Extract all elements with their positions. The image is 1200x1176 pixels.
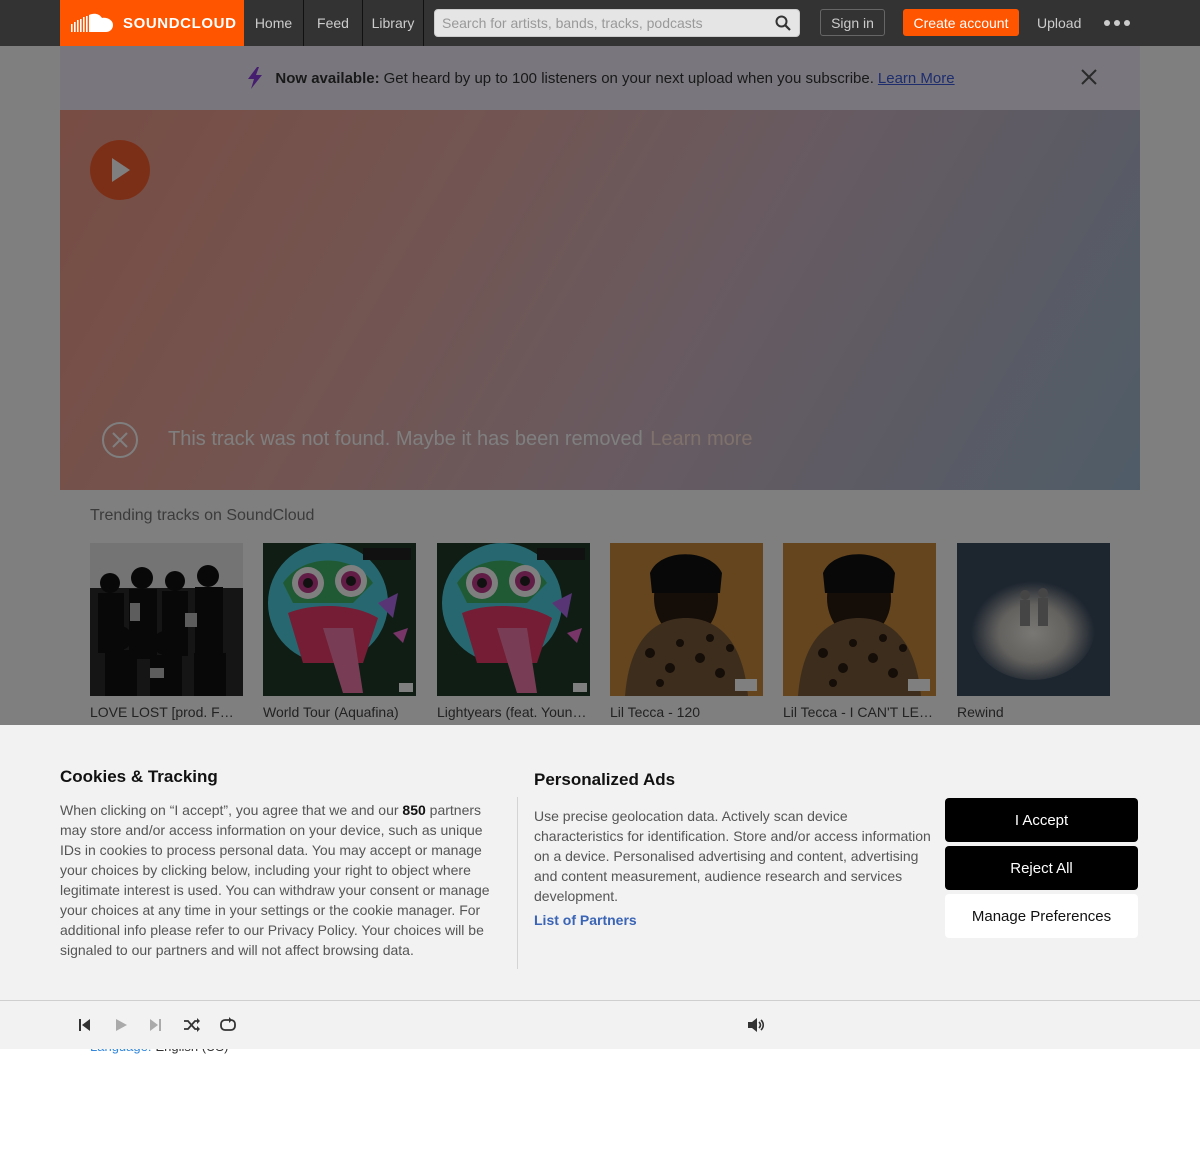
top-header: SOUNDCLOUD Home Feed Library Sign in Cre… bbox=[0, 0, 1200, 46]
play-button[interactable] bbox=[90, 140, 150, 200]
manage-preferences-button[interactable]: Manage Preferences bbox=[945, 894, 1138, 938]
personalized-ads-section: Personalized Ads Use precise geolocation… bbox=[534, 770, 934, 928]
list-of-partners-link[interactable]: List of Partners bbox=[534, 912, 934, 928]
track-title[interactable]: Lightyears (feat. Young ... bbox=[437, 704, 590, 720]
learn-more-link[interactable]: Learn more bbox=[650, 428, 752, 450]
accept-button[interactable]: I Accept bbox=[945, 798, 1138, 842]
sign-in-button[interactable]: Sign in bbox=[820, 9, 885, 36]
error-circle-icon bbox=[102, 422, 138, 458]
skip-forward-icon[interactable] bbox=[148, 1017, 164, 1033]
repeat-icon[interactable] bbox=[219, 1017, 237, 1033]
trending-track[interactable]: Lil Tecca - I CAN'T LET ... bbox=[783, 543, 936, 720]
lightning-icon bbox=[248, 67, 263, 89]
track-title[interactable]: World Tour (Aquafina) bbox=[263, 704, 416, 720]
cookie-body: When clicking on “I accept”, you agree t… bbox=[60, 800, 505, 960]
volume-icon[interactable] bbox=[747, 1017, 765, 1033]
nav-home[interactable]: Home bbox=[244, 0, 304, 46]
trending-title: Trending tracks on SoundCloud bbox=[90, 507, 315, 524]
brand-name: SOUNDCLOUD bbox=[123, 14, 237, 32]
play-icon[interactable] bbox=[113, 1017, 129, 1033]
shuffle-icon[interactable] bbox=[183, 1017, 201, 1033]
upload-link[interactable]: Upload bbox=[1037, 0, 1081, 46]
more-menu-icon[interactable] bbox=[1104, 14, 1130, 32]
trending-track[interactable]: Rewind bbox=[957, 543, 1110, 720]
divider bbox=[517, 797, 518, 969]
player-bar bbox=[0, 1000, 1200, 1049]
track-artwork[interactable] bbox=[957, 543, 1110, 696]
track-not-found-message: This track was not found. Maybe it has b… bbox=[168, 428, 753, 451]
cookie-body-end: partners may store and/or access informa… bbox=[60, 802, 490, 958]
trending-track[interactable]: LOVE LOST [prod. FCK... bbox=[90, 543, 243, 720]
track-title[interactable]: Rewind bbox=[957, 704, 1110, 720]
track-title[interactable]: LOVE LOST [prod. FCK... bbox=[90, 704, 243, 720]
cookie-body-start: When clicking on “I accept”, you agree t… bbox=[60, 802, 399, 818]
close-icon[interactable] bbox=[1080, 68, 1098, 86]
ads-title: Personalized Ads bbox=[534, 770, 676, 789]
error-text: This track was not found. Maybe it has b… bbox=[168, 428, 643, 450]
create-account-button[interactable]: Create account bbox=[903, 9, 1019, 36]
track-title[interactable]: Lil Tecca - I CAN'T LET ... bbox=[783, 704, 936, 720]
soundcloud-logo[interactable]: SOUNDCLOUD bbox=[60, 0, 244, 46]
soundcloud-cloud-icon bbox=[71, 13, 113, 32]
reject-all-button[interactable]: Reject All bbox=[945, 846, 1138, 890]
cookie-title: Cookies & Tracking bbox=[60, 767, 218, 786]
track-artwork[interactable] bbox=[610, 543, 763, 696]
cookie-consent-panel: Cookies & Tracking When clicking on “I a… bbox=[0, 725, 1200, 1000]
track-artwork[interactable] bbox=[90, 543, 243, 696]
cookie-info: Cookies & Tracking When clicking on “I a… bbox=[60, 767, 505, 960]
track-artwork[interactable] bbox=[437, 543, 590, 696]
track-hero: This track was not found. Maybe it has b… bbox=[60, 110, 1140, 490]
subscription-banner: Now available: Get heard by up to 100 li… bbox=[60, 46, 1140, 110]
search-icon[interactable] bbox=[775, 15, 791, 31]
trending-track[interactable]: Lightyears (feat. Young ... bbox=[437, 543, 590, 720]
track-artwork[interactable] bbox=[783, 543, 936, 696]
banner-bold-text: Now available: bbox=[275, 69, 380, 87]
track-title[interactable]: Lil Tecca - 120 bbox=[610, 704, 763, 720]
search-input[interactable] bbox=[435, 10, 765, 36]
banner-learn-more-link[interactable]: Learn More bbox=[878, 70, 955, 87]
partner-count: 850 bbox=[402, 802, 426, 818]
ads-body: Use precise geolocation data. Actively s… bbox=[534, 808, 931, 904]
search-bar bbox=[434, 9, 800, 37]
play-icon bbox=[112, 158, 130, 182]
banner-text: Get heard by up to 100 listeners on your… bbox=[383, 69, 874, 87]
nav-feed[interactable]: Feed bbox=[304, 0, 363, 46]
nav-library[interactable]: Library bbox=[363, 0, 424, 46]
trending-track[interactable]: World Tour (Aquafina) bbox=[263, 543, 416, 720]
trending-track[interactable]: Lil Tecca - 120 bbox=[610, 543, 763, 720]
track-artwork[interactable] bbox=[263, 543, 416, 696]
skip-back-icon[interactable] bbox=[76, 1017, 92, 1033]
